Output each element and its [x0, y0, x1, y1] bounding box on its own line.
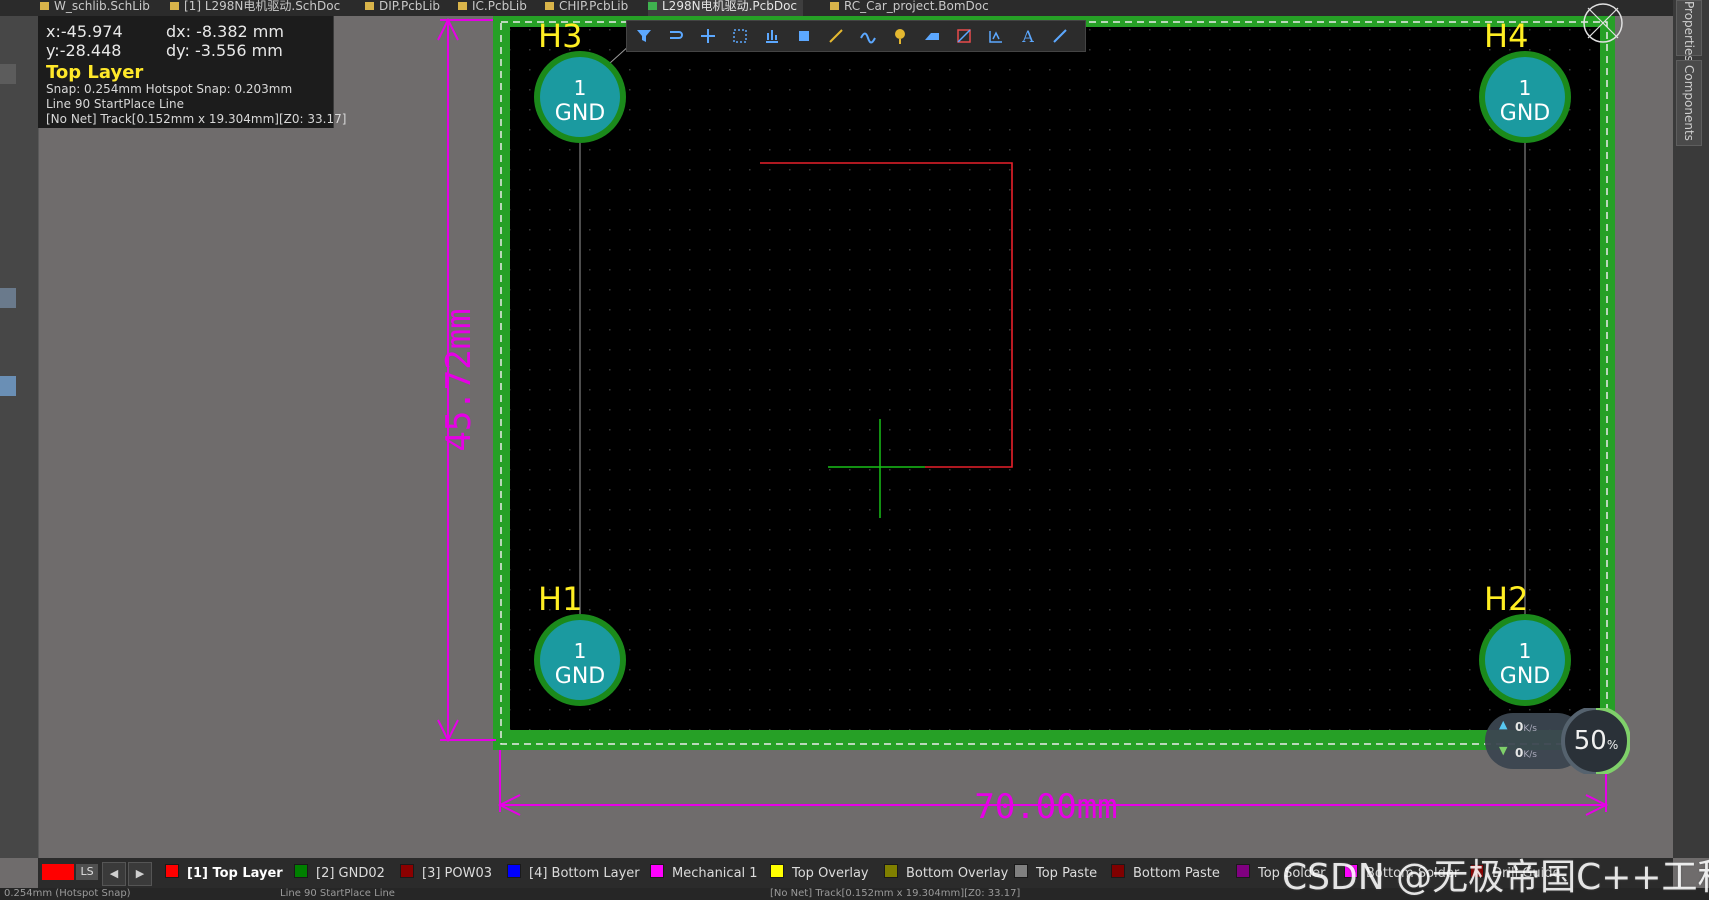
align-icon[interactable] [761, 25, 783, 47]
layer-tab[interactable]: [1] Top Layer [165, 864, 283, 883]
via-icon[interactable] [985, 25, 1007, 47]
crosshair-icon[interactable] [697, 25, 719, 47]
current-layer-label: Top Layer [46, 62, 144, 83]
layer-scroll-left-button[interactable]: ◀ [102, 862, 126, 886]
layer-tab[interactable]: [2] GND02 [294, 864, 385, 883]
layer-tab-label: [3] POW03 [422, 866, 493, 881]
upload-speed: 0K/s [1515, 720, 1537, 734]
layer-color-swatch [884, 864, 898, 878]
mounting-hole-h3[interactable]: 1 GND [534, 51, 626, 143]
pad-number-label: 1 [1519, 76, 1532, 100]
watermark: CSDN @无极帝国C++工程师 [1282, 857, 1709, 898]
network-monitor-widget[interactable]: ▲ ▼ 0K/s 0K/s 50% [1485, 708, 1630, 774]
pad-icon[interactable] [889, 25, 911, 47]
dx-readout: dx: -8.382 mm [166, 22, 284, 41]
layer-set-button[interactable]: LS [76, 864, 98, 880]
mounting-hole-h1[interactable]: 1 GND [534, 614, 626, 706]
layer-color-swatch [770, 864, 784, 878]
layer-tab-label: Bottom Paste [1133, 866, 1220, 881]
upload-arrow-icon: ▲ [1499, 718, 1508, 731]
height-dimension-label: 45.72mm [439, 308, 479, 451]
layer-color-swatch [1236, 864, 1250, 878]
line-icon[interactable] [1049, 25, 1071, 47]
mode-info: Line 90 StartPlace Line [46, 97, 184, 111]
interactive-route-icon[interactable] [825, 25, 847, 47]
designator-h4: H4 [1484, 17, 1528, 55]
designator-h3: H3 [538, 17, 582, 55]
download-arrow-icon: ▼ [1499, 744, 1508, 757]
layer-tab[interactable]: [4] Bottom Layer [507, 864, 640, 883]
track-status: [No Net] Track[0.152mm x 19.304mm][Z0: 3… [770, 888, 1021, 899]
layer-tab[interactable]: Bottom Paste [1111, 864, 1220, 883]
track-info: [No Net] Track[0.152mm x 19.304mm][Z0: 3… [46, 112, 347, 126]
select-rect-icon[interactable] [729, 25, 751, 47]
layer-tab-label: Bottom Overlay [906, 866, 1009, 881]
layer-tab-label: [2] GND02 [316, 866, 385, 881]
layer-tab[interactable]: [3] POW03 [400, 864, 492, 883]
layer-color-swatch [650, 864, 664, 878]
layer-tab-label: Top Paste [1036, 866, 1098, 881]
pad-number-label: 1 [1519, 639, 1532, 663]
diff-pair-icon[interactable] [857, 25, 879, 47]
route-icon[interactable] [665, 25, 687, 47]
layer-scroll-right-button[interactable]: ▶ [128, 862, 152, 886]
svg-text:A: A [1021, 27, 1034, 46]
layer-tab[interactable]: Top Paste [1014, 864, 1097, 883]
snap-grid [510, 27, 1600, 730]
heads-up-display: x:-45.974 dx: -8.382 mm y:-28.448 dy: -3… [38, 16, 346, 128]
dy-readout: dy: -3.556 mm [166, 41, 283, 60]
x-coordinate: x:-45.974 [46, 22, 123, 41]
component-icon[interactable] [793, 25, 815, 47]
pad-number-label: 1 [574, 639, 587, 663]
layer-color-swatch [1014, 864, 1028, 878]
pad-net-label: GND [555, 101, 605, 126]
mounting-hole-h2[interactable]: 1 GND [1479, 614, 1571, 706]
current-layer-swatch[interactable] [42, 864, 74, 880]
fill-icon[interactable] [921, 25, 943, 47]
pad-net-label: GND [555, 664, 605, 689]
layer-color-swatch [507, 864, 521, 878]
mounting-hole-h4[interactable]: 1 GND [1479, 51, 1571, 143]
download-speed: 0K/s [1515, 746, 1537, 760]
width-dimension-label: 70.00mm [974, 787, 1117, 827]
layer-color-swatch [294, 864, 308, 878]
pad-number-label: 1 [574, 76, 587, 100]
pad-net-label: GND [1500, 101, 1550, 126]
layer-color-swatch [1111, 864, 1125, 878]
layer-tab[interactable]: Bottom Overlay [884, 864, 1008, 883]
layer-tab-label: [1] Top Layer [187, 866, 283, 881]
snap-info: Snap: 0.254mm Hotspot Snap: 0.203mm [46, 82, 293, 96]
memory-percent: 50% [1573, 726, 1619, 756]
active-bar: A [626, 20, 1086, 52]
snap-status: 0.254mm (Hotspot Snap) [4, 888, 131, 899]
layer-color-swatch [165, 864, 179, 878]
text-icon[interactable]: A [1017, 25, 1039, 47]
pcb-workspace[interactable]: 1 GND H3 1 GND H4 1 GND H1 1 GND H2 45.7… [0, 0, 1709, 900]
y-coordinate: y:-28.448 [46, 41, 122, 60]
filter-icon[interactable] [633, 25, 655, 47]
pad-net-label: GND [1500, 664, 1550, 689]
layer-color-swatch [400, 864, 414, 878]
designator-h1: H1 [538, 580, 582, 618]
layer-tab[interactable]: Mechanical 1 [650, 864, 758, 883]
layer-tab[interactable]: Top Overlay [770, 864, 869, 883]
layer-tab-label: Mechanical 1 [672, 866, 758, 881]
layer-tab-label: Top Overlay [792, 866, 869, 881]
designator-h2: H2 [1484, 580, 1528, 618]
polygon-icon[interactable] [953, 25, 975, 47]
layer-tab-label: [4] Bottom Layer [529, 866, 640, 881]
mode-status: Line 90 StartPlace Line [280, 888, 395, 899]
